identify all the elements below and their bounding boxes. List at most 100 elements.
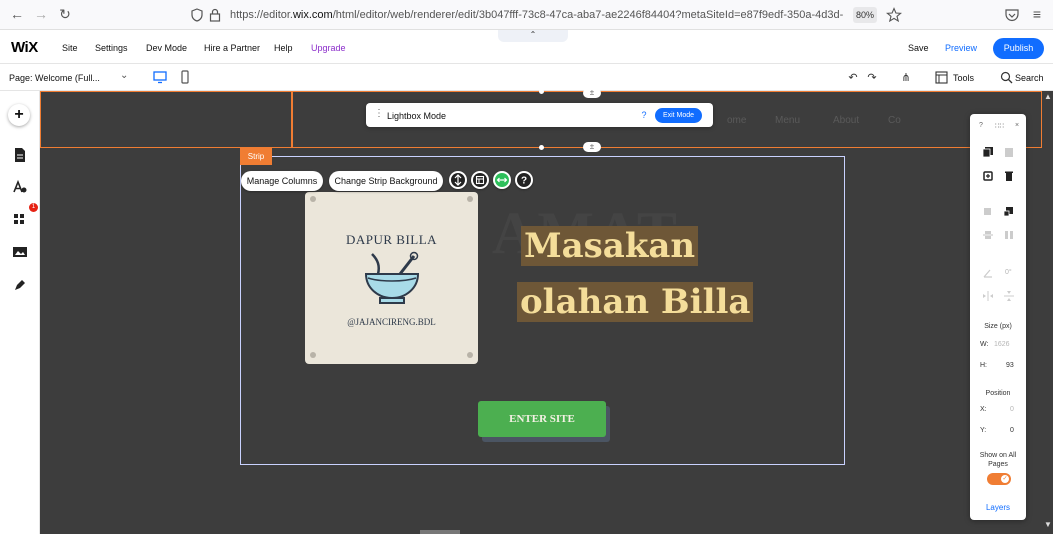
lock-icon[interactable]: [209, 8, 221, 22]
lightbox-mode-bar: ⋮ Lightbox Mode ? Exit Mode: [366, 103, 713, 127]
show-on-all-pages-label: Show on All Pages: [979, 452, 1017, 468]
horizontal-scrollbar[interactable]: [420, 530, 460, 534]
save-button[interactable]: Save: [908, 43, 929, 53]
redo-icon[interactable]: ↷: [864, 70, 880, 86]
browser-toolbar: ← → ↻ https://editor.wix.com/html/editor…: [0, 0, 1053, 30]
url-domain: wix.com: [292, 9, 333, 21]
hero-title-line1[interactable]: Masakan: [521, 226, 699, 266]
delete-icon[interactable]: [1003, 170, 1015, 182]
rotate-icon[interactable]: [982, 267, 994, 279]
logo-image[interactable]: DAPUR BILLA @JAJANCIRENG.BDL: [305, 192, 478, 364]
pen-icon[interactable]: [12, 277, 28, 293]
drag-grip-icon[interactable]: ∷∷: [995, 122, 1004, 130]
undo-icon[interactable]: ↶: [845, 70, 861, 86]
tools-icon[interactable]: [935, 71, 948, 84]
zoom-out-icon[interactable]: ⋔: [898, 70, 914, 86]
chevron-up-icon[interactable]: ⌃: [498, 30, 568, 42]
add-elements-button[interactable]: +: [8, 104, 30, 126]
align-icon[interactable]: [982, 229, 994, 241]
rotation-value[interactable]: 0°: [1005, 269, 1012, 276]
paste-icon[interactable]: [1003, 146, 1015, 158]
duplicate-icon[interactable]: [982, 170, 994, 182]
page-selector[interactable]: Page: Welcome (Full...: [9, 73, 100, 83]
back-icon[interactable]: ←: [8, 5, 26, 23]
show-on-all-pages-toggle[interactable]: ✓: [987, 473, 1011, 485]
header-nav-menu[interactable]: Menu: [775, 115, 800, 126]
header-nav-contact[interactable]: Co: [888, 115, 901, 126]
left-rail: + 1: [0, 91, 40, 534]
hero-title-line2[interactable]: olahan Billa: [517, 282, 754, 322]
header-nav-home[interactable]: ome: [727, 115, 746, 126]
url-path: /html/editor/web/renderer/edit/3b047fff-…: [332, 9, 844, 21]
height-label: H:: [980, 362, 987, 369]
search-button[interactable]: Search: [1015, 73, 1044, 83]
drag-handle[interactable]: [539, 145, 544, 150]
menu-site[interactable]: Site: [62, 43, 78, 53]
zoom-level[interactable]: 80%: [853, 7, 877, 23]
change-strip-background-button[interactable]: Change Strip Background: [329, 171, 443, 191]
star-icon[interactable]: [886, 7, 902, 23]
header-nav-about[interactable]: About: [833, 115, 859, 126]
stretch-icon[interactable]: [493, 171, 511, 189]
logo-title: DAPUR BILLA: [345, 232, 438, 247]
menu-upgrade[interactable]: Upgrade: [311, 43, 346, 53]
reload-icon[interactable]: ↻: [56, 5, 74, 23]
check-icon: ✓: [1001, 475, 1009, 483]
close-icon[interactable]: ×: [1015, 122, 1019, 129]
flip-vertical-icon[interactable]: [1003, 290, 1015, 302]
exit-mode-button[interactable]: Exit Mode: [655, 108, 702, 123]
pages-icon[interactable]: [12, 147, 28, 163]
width-value[interactable]: 1626: [994, 341, 1010, 348]
grip-icon[interactable]: ⋮: [374, 108, 384, 119]
apps-icon[interactable]: [12, 211, 28, 227]
manage-columns-button[interactable]: Manage Columns: [241, 171, 323, 191]
y-label: Y:: [980, 427, 987, 434]
distribute-icon[interactable]: [1003, 229, 1015, 241]
editor-toolbar: Page: Welcome (Full... ⌄ ↶ ↷ ⋔ Tools Sea…: [0, 64, 1053, 91]
y-value[interactable]: 0: [1010, 427, 1014, 434]
corner-handle: [467, 352, 473, 358]
menu-help[interactable]: Help: [274, 43, 293, 53]
send-backward-icon[interactable]: [1003, 206, 1015, 218]
arrange-icon[interactable]: [449, 171, 467, 189]
layout-icon[interactable]: [471, 171, 489, 189]
menu-icon[interactable]: ≡: [1028, 5, 1046, 23]
resize-handle-bottom[interactable]: ±: [583, 142, 601, 152]
url-prefix: https://editor.: [230, 9, 293, 21]
menu-dev-mode[interactable]: Dev Mode: [146, 43, 187, 53]
apps-badge: 1: [29, 203, 38, 212]
media-icon[interactable]: [12, 244, 28, 260]
help-icon[interactable]: ?: [638, 109, 650, 121]
layers-button[interactable]: Layers: [970, 503, 1026, 512]
resize-handle-top[interactable]: ±: [583, 88, 601, 98]
shield-icon[interactable]: [190, 8, 204, 22]
publish-button[interactable]: Publish: [993, 38, 1044, 59]
address-bar[interactable]: https://editor.wix.com/html/editor/web/r…: [230, 4, 850, 26]
tools-button[interactable]: Tools: [953, 73, 974, 83]
drag-handle[interactable]: [539, 89, 544, 94]
height-value[interactable]: 93: [1006, 362, 1014, 369]
x-value[interactable]: 0: [1010, 406, 1014, 413]
desktop-icon[interactable]: [152, 69, 168, 85]
scroll-down-icon[interactable]: ▼: [1043, 520, 1053, 530]
svg-text:?: ?: [521, 176, 527, 187]
menu-settings[interactable]: Settings: [95, 43, 128, 53]
inspector-help-icon[interactable]: ?: [979, 122, 983, 129]
bring-forward-icon[interactable]: [982, 206, 994, 218]
copy-icon[interactable]: [982, 146, 994, 158]
menu-hire-partner[interactable]: Hire a Partner: [204, 43, 260, 53]
preview-button[interactable]: Preview: [945, 43, 977, 53]
strip-tag[interactable]: Strip: [240, 148, 272, 165]
chevron-down-icon[interactable]: ⌄: [120, 70, 128, 81]
flip-horizontal-icon[interactable]: [982, 290, 994, 302]
design-icon[interactable]: [12, 179, 28, 195]
scroll-up-icon[interactable]: ▲: [1043, 92, 1053, 102]
search-icon[interactable]: [1000, 71, 1013, 84]
mobile-icon[interactable]: [177, 69, 193, 85]
position-label: Position: [985, 390, 1011, 397]
forward-icon[interactable]: →: [32, 5, 50, 23]
pocket-icon[interactable]: [1004, 7, 1020, 23]
enter-site-button[interactable]: ENTER SITE: [478, 401, 606, 437]
header-column-divider: [291, 91, 293, 148]
help-circle-icon[interactable]: ?: [515, 171, 533, 189]
